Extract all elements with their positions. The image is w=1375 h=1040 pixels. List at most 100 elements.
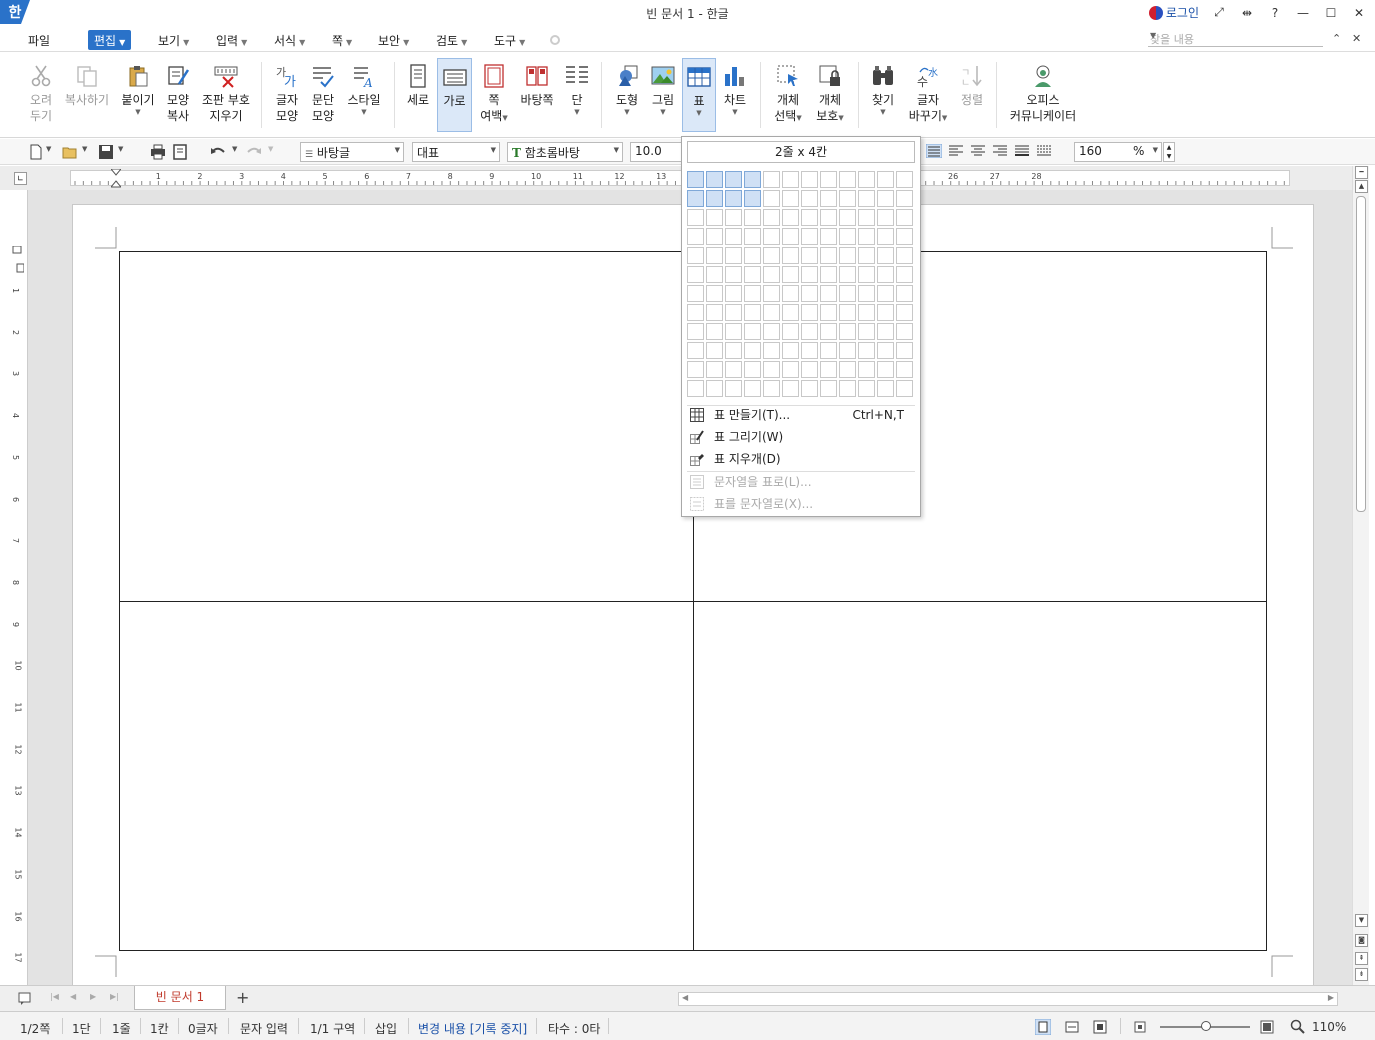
menu-security[interactable]: 보안 ▼ [372, 30, 415, 50]
redo-icon[interactable] [246, 144, 262, 160]
portrait-button[interactable]: 세로 [402, 58, 434, 132]
align-right-icon[interactable] [992, 144, 1008, 158]
table-grid-cell[interactable] [687, 304, 704, 321]
table-grid-cell[interactable] [782, 266, 799, 283]
table-grid-cell[interactable] [782, 304, 799, 321]
table-grid-cell[interactable] [896, 304, 913, 321]
table-grid-cell[interactable] [820, 380, 837, 397]
table-grid-cell[interactable] [687, 171, 704, 188]
font-select[interactable]: T 함초롬바탕 ▼ [507, 142, 623, 162]
erase-table-item[interactable]: 표 지우개(D) [688, 449, 916, 469]
fit-page-icon[interactable] [1092, 1019, 1108, 1035]
table-grid-cell[interactable] [744, 209, 761, 226]
table-grid-cell[interactable] [706, 209, 723, 226]
menu-review[interactable]: 검토 ▼ [430, 30, 473, 50]
prev-page-icon[interactable]: ⇞ [1355, 952, 1368, 965]
table-grid-cell[interactable] [782, 323, 799, 340]
char-shape-button[interactable]: 가가 글자 모양 [270, 58, 304, 132]
style-select[interactable]: ☰ 바탕글 ▼ [300, 142, 404, 162]
table-grid-cell[interactable] [801, 304, 818, 321]
replace-button[interactable]: 수水 글자 바꾸기▼ [906, 58, 950, 132]
table-grid-cell[interactable] [706, 285, 723, 302]
table-grid-cell[interactable] [820, 171, 837, 188]
table-grid-cell[interactable] [801, 323, 818, 340]
table-grid-cell[interactable] [725, 380, 742, 397]
table-grid-cell[interactable] [839, 361, 856, 378]
zoom-in-icon[interactable] [1260, 1020, 1274, 1034]
vertical-scrollbar[interactable]: ━ ▲ ▼ ◙ ⇞ ⇟ [1352, 166, 1369, 985]
table-grid-cell[interactable] [687, 247, 704, 264]
table-grid-cell[interactable] [858, 209, 875, 226]
table-grid-cell[interactable] [744, 304, 761, 321]
table-grid-cell[interactable] [706, 342, 723, 359]
table-grid-cell[interactable] [877, 266, 894, 283]
table-grid-cell[interactable] [896, 190, 913, 207]
copy-button[interactable]: 복사하기 [62, 58, 112, 132]
find-input[interactable]: 찾을 내용 ▼ [1148, 31, 1323, 47]
table-grid-cell[interactable] [763, 361, 780, 378]
make-table-item[interactable]: 표 만들기(T)... Ctrl+N,T [688, 405, 916, 425]
menu-page[interactable]: 쪽 ▼ [326, 30, 358, 50]
table-grid-cell[interactable] [877, 247, 894, 264]
table-grid-cell[interactable] [782, 247, 799, 264]
save-icon[interactable] [98, 144, 114, 160]
indent-marker-icon[interactable] [111, 169, 121, 189]
table-grid-cell[interactable] [744, 323, 761, 340]
table-grid-cell[interactable] [782, 209, 799, 226]
table-grid-cell[interactable] [820, 190, 837, 207]
preview-icon[interactable] [172, 144, 188, 160]
table-grid-cell[interactable] [706, 171, 723, 188]
table-grid-cell[interactable] [877, 304, 894, 321]
chevron-down-icon[interactable]: ▼ [268, 145, 273, 153]
table-grid-cell[interactable] [725, 304, 742, 321]
minimize-button[interactable]: — [1295, 6, 1311, 20]
align-center-icon[interactable] [970, 144, 986, 158]
tab-type-icon[interactable]: ∟ [14, 172, 27, 185]
table-grid-cell[interactable] [820, 285, 837, 302]
table-grid-cell[interactable] [858, 380, 875, 397]
fullscreen-icon[interactable]: ⤢ [1211, 5, 1227, 20]
communicator-button[interactable]: 오피스 커뮤니케이터 [1006, 58, 1080, 132]
table-grid-cell[interactable] [725, 285, 742, 302]
table-grid-cell[interactable] [744, 171, 761, 188]
chart-button[interactable]: 차트 ▼ [719, 58, 751, 132]
table-grid-cell[interactable] [763, 247, 780, 264]
table-grid-cell[interactable] [896, 380, 913, 397]
table-grid-cell[interactable] [706, 247, 723, 264]
table-grid-cell[interactable] [687, 190, 704, 207]
table-grid-cell[interactable] [801, 285, 818, 302]
table-grid-cell[interactable] [877, 190, 894, 207]
spin-down-icon[interactable]: ▼ [1167, 153, 1172, 160]
table-grid-cell[interactable] [706, 380, 723, 397]
line-spacing-spinner[interactable]: ▲ ▼ [1163, 142, 1175, 162]
memo-icon[interactable] [18, 992, 32, 1006]
table-grid-cell[interactable] [820, 342, 837, 359]
table-grid-cell[interactable] [763, 209, 780, 226]
table-grid-cell[interactable] [801, 342, 818, 359]
new-document-icon[interactable] [28, 144, 44, 160]
chevron-down-icon[interactable]: ▼ [232, 145, 237, 153]
table-grid-cell[interactable] [725, 209, 742, 226]
table-grid-cell[interactable] [744, 285, 761, 302]
table-grid-cell[interactable] [744, 342, 761, 359]
table-grid-cell[interactable] [725, 190, 742, 207]
table-grid-cell[interactable] [744, 266, 761, 283]
magnifier-icon[interactable] [1290, 1019, 1306, 1035]
table-grid-cell[interactable] [706, 361, 723, 378]
status-zoom[interactable]: 110% [1312, 1020, 1346, 1034]
table-grid-cell[interactable] [896, 342, 913, 359]
table-grid-cell[interactable] [725, 342, 742, 359]
chevron-down-icon[interactable]: ▼ [1150, 31, 1321, 40]
resize-icon[interactable]: ⇹ [1239, 6, 1255, 20]
table-grid-cell[interactable] [877, 342, 894, 359]
table-grid-cell[interactable] [687, 342, 704, 359]
clear-marks-button[interactable]: 조판 부호 지우기 [200, 58, 252, 132]
table-grid-cell[interactable] [744, 380, 761, 397]
table-grid-cell[interactable] [839, 323, 856, 340]
sync-icon[interactable] [548, 34, 562, 46]
distribute-icon[interactable] [1014, 144, 1030, 158]
scroll-right-icon[interactable]: ▶ [1328, 993, 1334, 1002]
object-protect-button[interactable]: 개체 보호▼ [810, 58, 850, 132]
draw-table-item[interactable]: 표 그리기(W) [688, 427, 916, 447]
undo-icon[interactable] [210, 144, 226, 160]
